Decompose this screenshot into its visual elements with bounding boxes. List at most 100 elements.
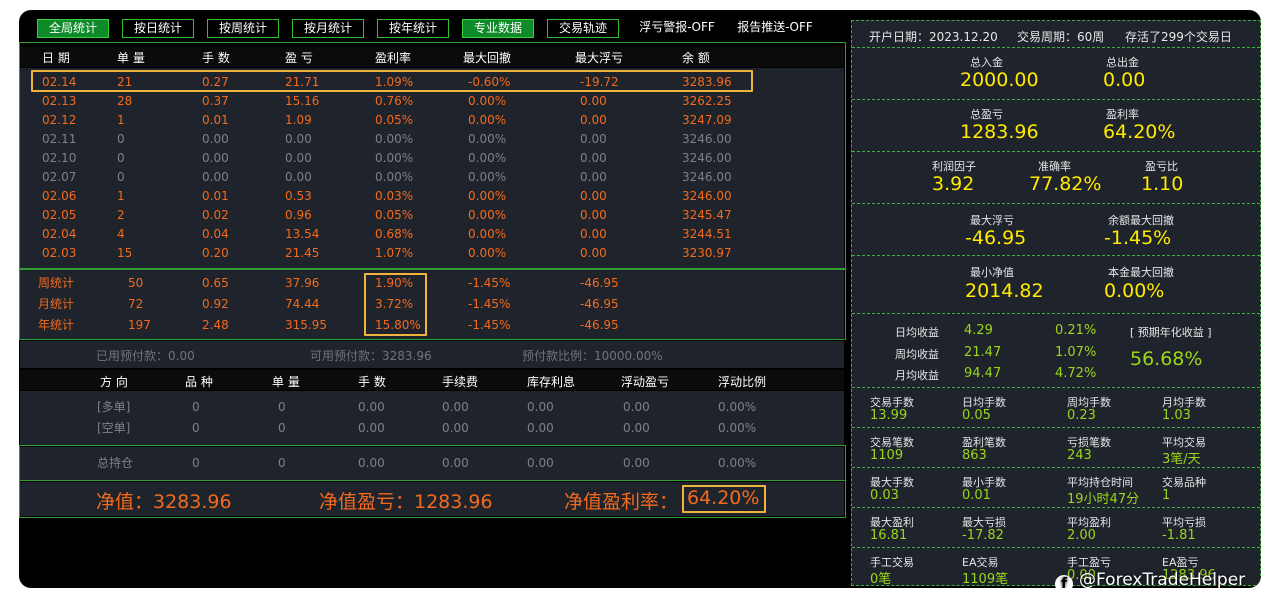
stats-cell: 37.96 xyxy=(285,276,320,290)
grid-value: 2.00 xyxy=(1067,528,1096,543)
report-push-toggle[interactable]: 报告推送-OFF xyxy=(729,19,821,38)
total-position-cells: 总持仓 0 0 0.00 0.00 0.00 0.00 0.00% xyxy=(20,454,844,473)
table-cell: 0.96 xyxy=(285,208,312,222)
stats-row: 年统计 197 2.48 315.95 15.80% -1.45% -46.95 xyxy=(20,316,844,335)
facebook-icon: f xyxy=(1055,575,1073,588)
equity-value: 净值：3283.96 xyxy=(96,491,232,513)
toolbar: 全局统计 按日统计 按周统计 按月统计 按年统计 专业数据 交易轨迹 浮亏警报-… xyxy=(19,16,846,40)
float-alert-toggle[interactable]: 浮亏警报-OFF xyxy=(631,19,723,38)
table-cell: 2 xyxy=(117,208,125,222)
profit-factor-value: 3.92 xyxy=(932,173,975,195)
table-cell: 0.00% xyxy=(468,94,507,108)
table-cell: 0.00% xyxy=(375,170,414,184)
tab-yearly-stats[interactable]: 按年统计 xyxy=(377,19,449,38)
left-panel: 全局统计 按日统计 按周统计 按月统计 按年统计 专业数据 交易轨迹 浮亏警报-… xyxy=(19,10,846,588)
table-cell: 0.00 xyxy=(202,132,229,146)
table-row[interactable]: 02.07 0 0.00 0.00 0.00% 0.00% 0.00 3246.00 xyxy=(20,168,844,187)
table-cell: 0 xyxy=(117,132,125,146)
table-row[interactable]: 02.03 15 0.20 21.45 1.07% 0.00% 0.00 3230.97 xyxy=(20,244,844,263)
stats-cell: 315.95 xyxy=(285,318,327,332)
deposit-section: 总入金 2000.00 总出金 0.00 xyxy=(852,48,1260,100)
position-cell: 0 xyxy=(278,421,286,435)
pos-col-float-rate: 浮动比例 xyxy=(718,375,767,389)
stats-cell: 周统计 xyxy=(38,276,75,290)
table-row[interactable]: 02.04 4 0.04 13.54 0.68% 0.00% 0.00 3244.51 xyxy=(20,225,844,244)
total-cell: 0.00 xyxy=(442,456,469,470)
tab-monthly-stats[interactable]: 按月统计 xyxy=(292,19,364,38)
table-row[interactable]: 02.11 0 0.00 0.00 0.00% 0.00% 0.00 3246.00 xyxy=(20,130,844,149)
drawdown-section: 最大浮亏 -46.95 余额最大回撤 -1.45% xyxy=(852,204,1260,256)
position-row[interactable]: [空单] 0 0 0.00 0.00 0.00 0.00 0.00% xyxy=(20,419,844,438)
table-cell: 0.37 xyxy=(202,94,229,108)
table-row[interactable]: 02.10 0 0.00 0.00 0.00% 0.00% 0.00 3246.00 xyxy=(20,149,844,168)
position-cell: 0.00 xyxy=(358,400,385,414)
table-cell: 0.00 xyxy=(580,189,607,203)
capital-dd-value: 0.00% xyxy=(1104,280,1165,302)
pos-col-symbol: 品 种 xyxy=(185,375,213,389)
stats-cell: -1.45% xyxy=(468,318,511,332)
table-cell: 3244.51 xyxy=(682,227,732,241)
table-cell: 0.00% xyxy=(375,132,414,146)
deposit-value: 2000.00 xyxy=(960,69,1039,91)
grid-value: 0.05 xyxy=(962,408,991,423)
table-row[interactable]: 02.12 1 0.01 1.09 0.05% 0.00% 0.00 3247.09 xyxy=(20,111,844,130)
stats-panel: 开户日期：2023.12.20 交易周期：60周 存活了299个交易日 总入金 … xyxy=(851,20,1261,587)
accuracy-label: 准确率 xyxy=(1038,160,1071,173)
table-row[interactable]: 02.05 2 0.02 0.96 0.05% 0.00% 0.00 3245.47 xyxy=(20,206,844,225)
table-cell: 0.03% xyxy=(375,189,414,203)
weekly-avg-value: 21.47 xyxy=(964,345,1002,360)
tab-pro-data[interactable]: 专业数据 xyxy=(462,19,534,38)
stats-cell: 50 xyxy=(128,276,144,290)
table-cell: 3246.00 xyxy=(682,189,732,203)
pos-col-direction: 方 向 xyxy=(100,375,128,389)
table-cell: 0.00% xyxy=(468,227,507,241)
balance-dd-value: -1.45% xyxy=(1104,227,1172,249)
table-cell: 0.00 xyxy=(580,170,607,184)
prepay-used: 已用预付款：0.00 xyxy=(96,349,195,363)
table-cell: 0.00 xyxy=(580,132,607,146)
table-cell: 0.00% xyxy=(468,170,507,184)
table-cell: 15.16 xyxy=(285,94,320,108)
table-cell: 1 xyxy=(117,189,125,203)
position-cell: [多单] xyxy=(97,400,131,414)
col-rate: 盈利率 xyxy=(375,51,412,65)
table-cell: 3246.00 xyxy=(682,132,732,146)
table-cell: 28 xyxy=(117,94,133,108)
total-cell: 0.00 xyxy=(358,456,385,470)
table-cell: 02.05 xyxy=(42,208,77,222)
stats-cell: -46.95 xyxy=(580,276,619,290)
total-cell: 0.00 xyxy=(623,456,650,470)
pos-col-orders: 单 量 xyxy=(272,375,300,389)
position-row[interactable]: [多单] 0 0 0.00 0.00 0.00 0.00 0.00% xyxy=(20,398,844,417)
grid-value: -1.81 xyxy=(1162,528,1196,543)
grid-value: -17.82 xyxy=(962,528,1004,543)
alive-days: 存活了299个交易日 xyxy=(1125,30,1232,44)
col-pl: 盈 亏 xyxy=(285,51,313,65)
stats-cell: -1.45% xyxy=(468,297,511,311)
table-cell: 1.09 xyxy=(285,113,312,127)
table-cell: 0.00 xyxy=(580,94,607,108)
daily-avg-rate: 0.21% xyxy=(1055,323,1097,338)
table-cell: 0.05% xyxy=(375,208,414,222)
annual-label: [ 预期年化收益 ] xyxy=(1130,326,1212,339)
pl-ratio-value: 1.10 xyxy=(1141,173,1184,195)
table-cell: 0.00 xyxy=(580,227,607,241)
position-cell: 0.00 xyxy=(623,421,650,435)
position-cell: [空单] xyxy=(97,421,131,435)
table-row[interactable]: 02.06 1 0.01 0.53 0.03% 0.00% 0.00 3246.00 xyxy=(20,187,844,206)
table-cell: 0.05% xyxy=(375,113,414,127)
tab-daily-stats[interactable]: 按日统计 xyxy=(122,19,194,38)
balance-dd-label: 余额最大回撤 xyxy=(1108,214,1174,227)
tab-global-stats[interactable]: 全局统计 xyxy=(37,19,109,38)
stats-cell: 0.65 xyxy=(202,276,229,290)
table-cell: 0.76% xyxy=(375,94,414,108)
weekly-avg-label: 周均收益 xyxy=(895,348,939,361)
tab-weekly-stats[interactable]: 按周统计 xyxy=(207,19,279,38)
equity-rate-label: 净值盈利率： xyxy=(564,491,679,513)
table-cell: 0.00 xyxy=(285,170,312,184)
stats-cell: 0.92 xyxy=(202,297,229,311)
col-drawdown: 最大回撤 xyxy=(463,51,512,65)
table-row[interactable]: 02.13 28 0.37 15.16 0.76% 0.00% 0.00 3262.25 xyxy=(20,92,844,111)
tab-trade-track[interactable]: 交易轨迹 xyxy=(547,19,619,38)
table-cell: 0.00% xyxy=(468,208,507,222)
